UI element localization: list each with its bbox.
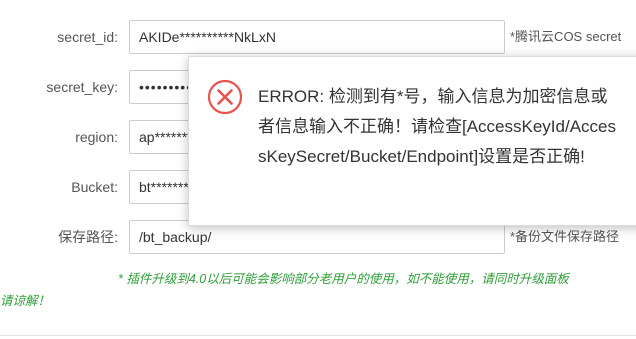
footer-divider bbox=[0, 335, 636, 336]
form-row-secret-id: secret_id: AKIDe**********NkLxN *腾讯云COS … bbox=[0, 20, 636, 54]
error-dialog: ERROR: 检测到有*号，输入信息为加密信息或者信息输入不正确！请检查[Acc… bbox=[188, 56, 636, 226]
save-path-label: 保存路径: bbox=[58, 229, 118, 245]
error-x-icon bbox=[207, 79, 243, 115]
secret-id-label: secret_id: bbox=[57, 29, 118, 45]
bucket-label: Bucket: bbox=[71, 179, 118, 195]
upgrade-notice: * 插件升级到4.0以后可能会影响部分老用户的使用，如不能使用，请同时升级面板 bbox=[118, 272, 569, 286]
secret-key-label: secret_key: bbox=[46, 79, 118, 95]
region-label: region: bbox=[75, 129, 118, 145]
secret-id-hint: *腾讯云COS secret bbox=[510, 29, 622, 44]
secret-id-input[interactable]: AKIDe**********NkLxN bbox=[129, 20, 505, 54]
upgrade-notice-continued: 请谅解！ bbox=[0, 294, 51, 308]
error-message: ERROR: 检测到有*号，输入信息为加密信息或者信息输入不正确！请检查[Acc… bbox=[258, 87, 617, 166]
cos-settings-page: secret_id: AKIDe**********NkLxN *腾讯云COS … bbox=[0, 0, 636, 339]
